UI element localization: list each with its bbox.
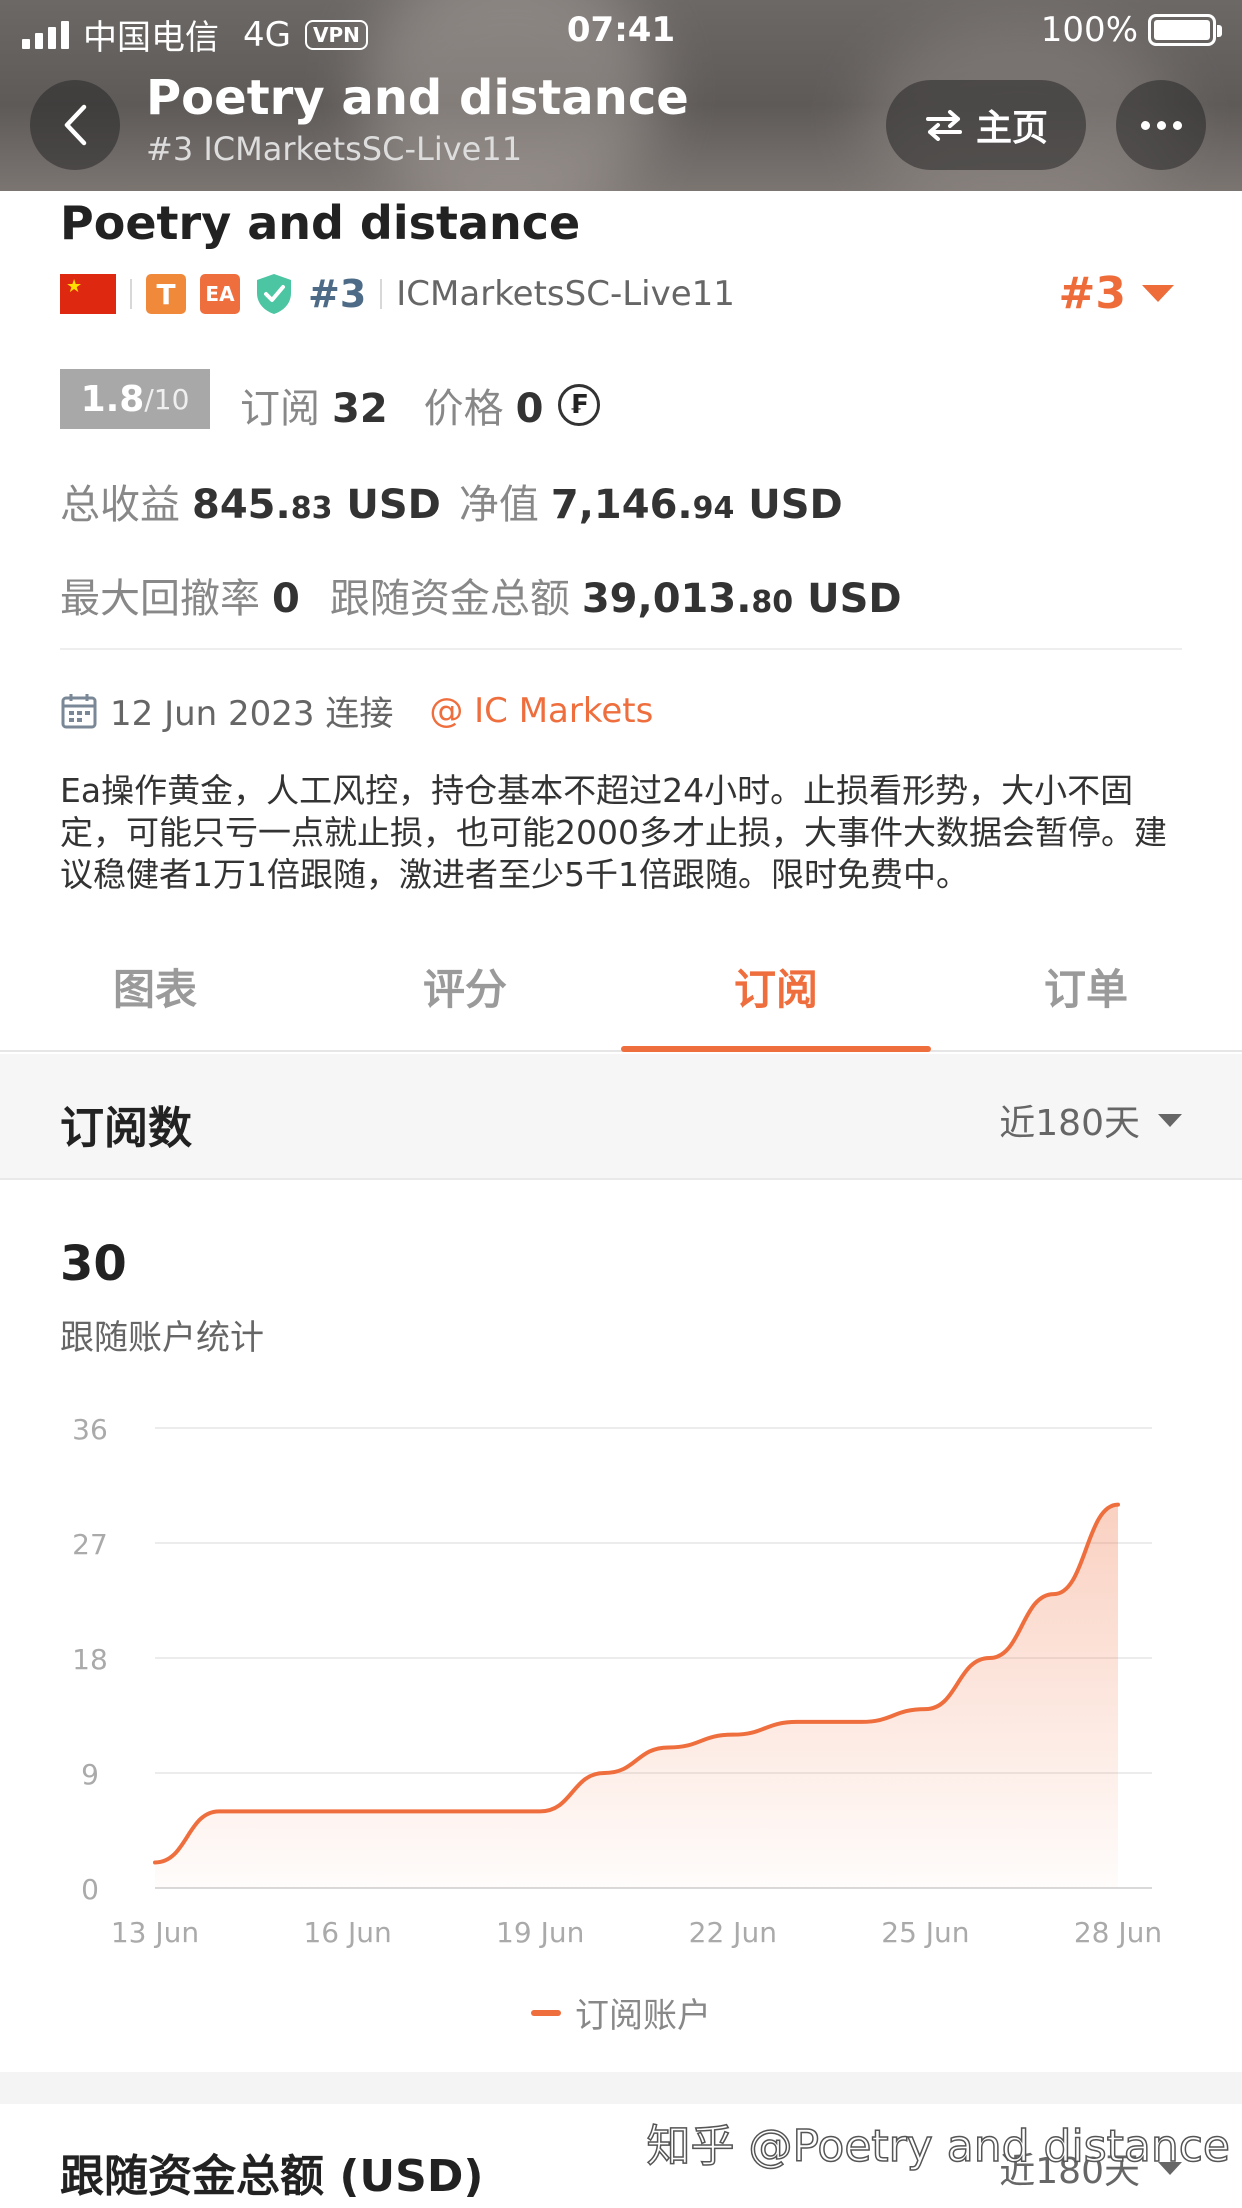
total-profit-dec: 83 — [290, 491, 333, 526]
connect-date: 12 Jun 2023 连接 — [110, 694, 394, 734]
trade-tag-t: T — [146, 274, 186, 314]
trader-name: Poetry and distance — [60, 196, 581, 250]
profit-equity-row: 总收益 845. 83 USD 净值 7,146. 94 USD — [60, 472, 843, 530]
drawdown-funds-row: 最大回撤率 0 跟随资金总额 39,013. 80 USD — [60, 566, 902, 624]
caret-down-icon — [1142, 285, 1174, 302]
x-tick-label: 16 Jun — [303, 1916, 391, 1949]
tab-chart[interactable]: 图表 — [0, 950, 310, 1050]
subscribe-count: 32 — [332, 386, 388, 432]
y-tick-label: 18 — [72, 1643, 108, 1676]
chevron-left-icon — [64, 104, 87, 146]
range-dropdown[interactable]: 近180天 — [999, 1094, 1182, 1146]
china-flag-icon: ★ — [60, 274, 116, 314]
x-tick-label: 25 Jun — [881, 1916, 969, 1949]
legend-label: 订阅账户 — [575, 1996, 711, 2036]
total-profit-int: 845. — [192, 482, 291, 528]
follow-funds-label: 跟随资金总额 — [329, 576, 570, 622]
subscribe-price-row: 订阅 32 价格 0 ₣ — [240, 376, 600, 434]
subscription-chart: 0 9 18 27 36 13 Jun 16 Jun 19 Jun 22 Jun 25 Jun 28… — [72, 1413, 1162, 1949]
y-tick-label: 27 — [72, 1528, 108, 1561]
equity-label: 净值 — [458, 482, 539, 528]
watermark: 知乎 @Poetry and distance — [646, 2120, 1231, 2173]
total-profit-label: 总收益 — [60, 482, 180, 528]
subscriber-total: 30 — [60, 1236, 127, 1292]
x-tick-label: 19 Jun — [496, 1916, 584, 1949]
more-button[interactable] — [1116, 80, 1206, 170]
equity-dec: 94 — [692, 491, 735, 526]
strategy-description: Ea操作黄金，人工风控，持仓基本不超过24小时。止损看形势，大小不固定，可能只亏… — [60, 771, 1167, 894]
home-button-label: 主页 — [975, 108, 1048, 149]
rank-badge: #3 — [1058, 268, 1126, 319]
caret-down-icon — [1158, 1113, 1182, 1127]
score-max: /10 — [144, 382, 190, 416]
section-gap — [0, 2072, 1242, 2104]
y-tick-label: 9 — [81, 1758, 99, 1791]
rank-label: #3 — [308, 272, 367, 316]
meta-row: 12 Jun 2023 连接 @ IC Markets — [60, 686, 653, 735]
x-tick-label: 22 Jun — [689, 1916, 777, 1949]
battery-icon — [1148, 14, 1222, 46]
score-value: 1.8 — [80, 378, 145, 420]
home-button[interactable]: 主页 — [886, 80, 1086, 170]
swap-arrows-icon — [925, 110, 962, 141]
status-bar: 中国电信 4G VPN 07:41 100% — [0, 0, 1242, 62]
nav-subtitle: #3 ICMarketsSC-Live11 — [146, 130, 523, 168]
tab-orders[interactable]: 订单 — [931, 950, 1241, 1050]
header-bar: 中国电信 4G VPN 07:41 100% Poetry and distan… — [0, 0, 1242, 191]
follow-funds-dec: 80 — [751, 585, 794, 620]
y-tick-label: 0 — [81, 1873, 99, 1906]
chart-caption: 跟随账户统计 — [60, 1318, 264, 1358]
drawdown-label: 最大回撤率 — [60, 576, 260, 622]
back-button[interactable] — [30, 80, 120, 170]
nav-title: Poetry and distance — [146, 70, 689, 126]
price-value: 0 — [515, 386, 544, 432]
follow-funds-unit: USD — [793, 576, 902, 622]
ea-tag: EA — [200, 274, 240, 314]
section-title: 订阅数 — [60, 1103, 192, 1154]
equity-int: 7,146. — [550, 482, 693, 528]
section-header: 订阅数 近180天 — [0, 1054, 1242, 1180]
series-area — [155, 1504, 1118, 1888]
follow-funds-int: 39,013. — [581, 576, 752, 622]
rank-dropdown[interactable]: #3 — [1059, 268, 1174, 319]
calendar-icon — [61, 693, 97, 728]
range-label: 近180天 — [999, 1103, 1140, 1144]
verified-shield-icon — [257, 274, 291, 314]
coin-icon: ₣ — [557, 384, 600, 426]
legend-swatch — [531, 2009, 561, 2016]
x-tick-label: 28 Jun — [1074, 1916, 1162, 1949]
y-tick-label: 36 — [72, 1413, 108, 1446]
x-tick-label: 13 Jun — [111, 1916, 199, 1949]
broker-link[interactable]: @ IC Markets — [429, 691, 653, 731]
server-label: ICMarketsSC-Live11 — [396, 274, 735, 314]
more-dots-icon — [1140, 120, 1150, 130]
chart-legend: 订阅账户 — [0, 1988, 1242, 2037]
subscribe-label: 订阅 — [240, 386, 320, 432]
score-badge: 1.8/10 — [60, 369, 210, 429]
divider — [60, 648, 1182, 650]
tab-rating[interactable]: 评分 — [310, 950, 620, 1050]
price-label: 价格 — [423, 386, 504, 432]
total-profit-unit: USD — [332, 482, 441, 528]
battery-percent: 100% — [1040, 10, 1138, 50]
divider — [380, 279, 383, 309]
tab-subscription[interactable]: 订阅 — [621, 950, 931, 1052]
divider — [130, 279, 132, 309]
badge-row: ★ T EA #3 ICMarketsSC-Live11 — [60, 272, 735, 316]
tab-bar: 图表 评分 订阅 订单 — [0, 950, 1242, 1052]
follow-funds-section-title: 跟随资金总额 (USD) — [60, 2151, 484, 2202]
drawdown-value: 0 — [272, 576, 300, 622]
equity-unit: USD — [734, 482, 843, 528]
